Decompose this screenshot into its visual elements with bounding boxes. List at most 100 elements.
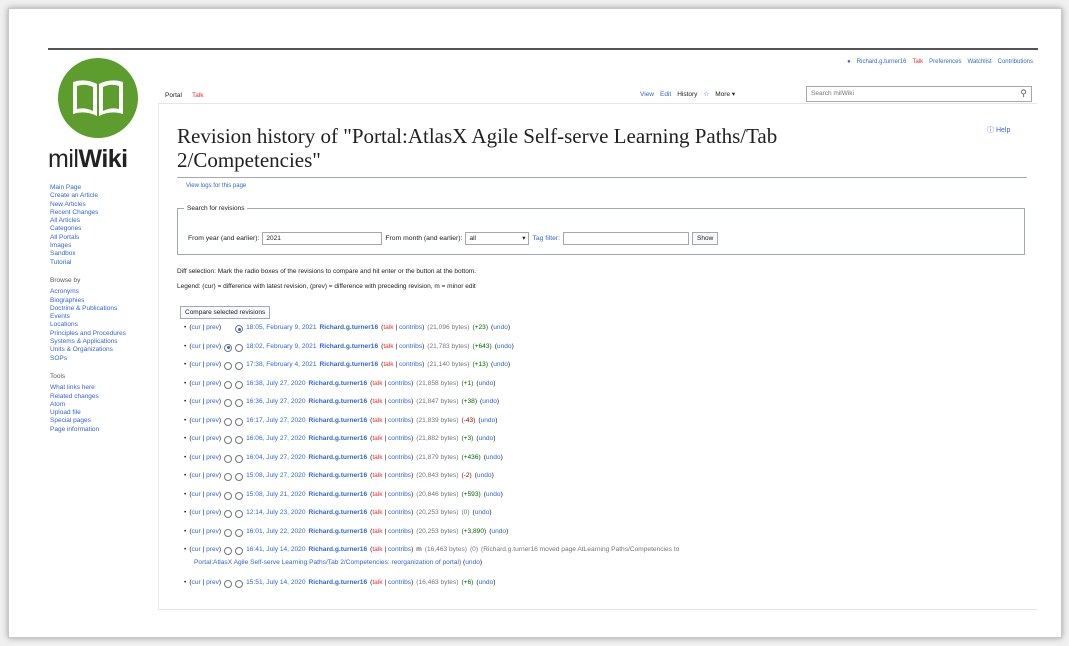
tab-view[interactable]: View (640, 91, 654, 98)
sidebar-browse-item[interactable]: Biographies (50, 297, 156, 305)
sidebar-nav-item[interactable]: All Articles (50, 217, 156, 225)
compare-revisions-button[interactable]: Compare selected revisions (180, 306, 271, 319)
user-talk-link[interactable]: Talk (912, 59, 923, 65)
revision-old-radio[interactable] (224, 580, 233, 588)
undo-link[interactable]: undo (491, 528, 506, 535)
user-talk-link[interactable]: talk (372, 417, 382, 424)
revision-timestamp[interactable]: 16:01, July 22, 2020 (246, 528, 305, 535)
from-year-input[interactable]: 2021 (262, 232, 383, 245)
revision-timestamp[interactable]: 12:14, July 23, 2020 (246, 509, 305, 516)
prev-link[interactable]: prev (206, 472, 219, 479)
undo-link[interactable]: undo (479, 380, 494, 387)
revision-user[interactable]: Richard.g.turner16 (309, 417, 368, 424)
undo-link[interactable]: undo (475, 509, 490, 516)
undo-link[interactable]: undo (486, 491, 501, 498)
prev-link[interactable]: prev (206, 380, 219, 387)
user-contribs-link[interactable]: contribs (388, 417, 411, 424)
revision-new-radio[interactable] (235, 343, 244, 352)
revision-new-radio[interactable] (235, 380, 244, 389)
prev-link[interactable]: prev (206, 528, 219, 535)
cur-link[interactable]: cur (192, 343, 201, 350)
sidebar-nav-item[interactable]: Tutorial (50, 259, 156, 267)
user-contribs-link[interactable]: contribs (388, 491, 411, 498)
user-talk-link[interactable]: talk (372, 546, 382, 553)
more-menu[interactable]: More ▾ (715, 90, 735, 98)
cur-link[interactable]: cur (192, 579, 201, 586)
undo-link[interactable]: undo (493, 324, 508, 331)
prev-link[interactable]: prev (206, 361, 219, 368)
user-talk-link[interactable]: talk (372, 380, 382, 387)
tag-filter-input[interactable] (563, 232, 690, 245)
revision-new-radio[interactable] (235, 454, 244, 463)
revision-timestamp[interactable]: 18:05, February 9, 2021 (246, 324, 316, 331)
preferences-link[interactable]: Preferences (929, 59, 961, 65)
revision-user[interactable]: Richard.g.turner16 (309, 546, 368, 553)
prev-link[interactable]: prev (206, 546, 219, 553)
revision-old-radio[interactable] (224, 547, 233, 555)
user-talk-link[interactable]: talk (372, 398, 382, 405)
user-talk-link[interactable]: talk (372, 435, 382, 442)
revision-user[interactable]: Richard.g.turner16 (309, 435, 368, 442)
revision-user[interactable]: Richard.g.turner16 (309, 491, 368, 498)
revision-new-radio[interactable] (235, 473, 244, 481)
watchlist-link[interactable]: Watchlist (968, 59, 992, 65)
revision-timestamp[interactable]: 16:04, July 27, 2020 (246, 454, 305, 461)
prev-link[interactable]: prev (206, 579, 219, 586)
cur-link[interactable]: cur (192, 472, 201, 479)
tab-history[interactable]: History (677, 91, 697, 98)
revision-old-radio[interactable] (224, 436, 233, 444)
sidebar-tool-item[interactable]: Special pages (50, 417, 156, 425)
sidebar-nav-item[interactable]: New Articles (50, 201, 156, 209)
site-logo[interactable] (58, 58, 138, 138)
revision-user[interactable]: Richard.g.turner16 (309, 454, 368, 461)
user-contribs-link[interactable]: contribs (399, 324, 422, 331)
cur-link[interactable]: cur (192, 491, 201, 498)
view-logs-link[interactable]: View logs for this page (186, 183, 246, 189)
prev-link[interactable]: prev (206, 509, 219, 516)
sidebar-nav-item[interactable]: Main Page (50, 184, 156, 192)
tag-filter-label[interactable]: Tag filter: (532, 235, 560, 242)
show-button[interactable]: Show (692, 232, 719, 245)
sidebar-nav-item[interactable]: Create an Article (50, 192, 156, 200)
sidebar-nav-item[interactable]: Images (50, 242, 156, 250)
search-icon[interactable]: ⚲ (1020, 88, 1027, 99)
undo-link[interactable]: undo (493, 361, 508, 368)
user-contribs-link[interactable]: contribs (388, 398, 411, 405)
from-month-select[interactable]: all ▾ (465, 232, 530, 245)
user-talk-link[interactable]: talk (383, 324, 393, 331)
user-talk-link[interactable]: talk (383, 343, 393, 350)
tab-edit[interactable]: Edit (660, 91, 671, 98)
user-contribs-link[interactable]: contribs (388, 546, 411, 553)
user-talk-link[interactable]: talk (372, 528, 382, 535)
sidebar-browse-item[interactable]: Locations (50, 321, 156, 329)
revision-old-radio[interactable] (224, 454, 233, 463)
sidebar-tool-item[interactable]: Page information (50, 426, 156, 434)
tab-talk[interactable]: Talk (192, 92, 204, 99)
revision-old-radio[interactable] (224, 380, 233, 389)
sidebar-browse-item[interactable]: Events (50, 313, 156, 321)
revision-timestamp[interactable]: 15:08, July 21, 2020 (246, 491, 305, 498)
contributions-link[interactable]: Contributions (998, 59, 1033, 65)
revision-user[interactable]: Richard.g.turner16 (309, 472, 368, 479)
revision-timestamp[interactable]: 15:08, July 27, 2020 (246, 472, 305, 479)
revision-new-radio[interactable] (235, 362, 244, 370)
sidebar-nav-item[interactable]: All Portals (50, 234, 156, 242)
revision-new-radio[interactable] (235, 325, 244, 333)
user-contribs-link[interactable]: contribs (399, 343, 422, 350)
cur-link[interactable]: cur (192, 435, 201, 442)
user-contribs-link[interactable]: contribs (388, 380, 411, 387)
prev-link[interactable]: prev (206, 398, 219, 405)
revision-user[interactable]: Richard.g.turner16 (309, 509, 368, 516)
edit-summary-line2[interactable]: Portal:AtlasX Agile Self-serve Learning … (194, 559, 461, 566)
prev-link[interactable]: prev (206, 435, 219, 442)
revision-old-radio[interactable] (224, 510, 233, 518)
user-talk-link[interactable]: talk (383, 361, 393, 368)
revision-new-radio[interactable] (235, 580, 244, 588)
revision-new-radio[interactable] (235, 510, 244, 518)
revision-timestamp[interactable]: 16:17, July 27, 2020 (246, 417, 305, 424)
revision-user[interactable]: Richard.g.turner16 (309, 528, 368, 535)
search-input[interactable]: Search milWiki ⚲ (806, 86, 1032, 102)
help-link[interactable]: ⓘ Help (987, 125, 1010, 135)
user-link[interactable]: Richard.g.turner16 (857, 59, 907, 65)
cur-link[interactable]: cur (192, 380, 201, 387)
